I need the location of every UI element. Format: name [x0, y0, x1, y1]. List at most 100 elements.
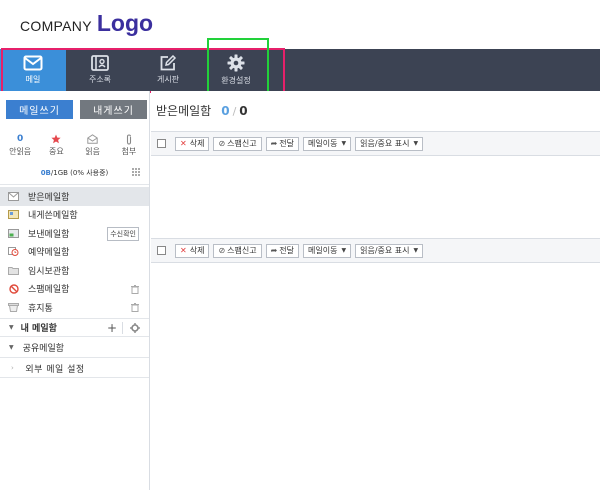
folder-label: 보낸메일함	[28, 229, 70, 240]
caret-down-icon: ▼	[413, 140, 419, 147]
paperclip-icon	[126, 133, 131, 145]
folder-label: 스팸메일함	[28, 285, 70, 296]
move-mail-dropdown[interactable]: 메일이동 ▼	[303, 243, 352, 258]
mailbox-settings-gear-icon[interactable]	[130, 323, 140, 333]
ban-icon	[8, 284, 19, 294]
company-logo[interactable]: COMPANY Logo	[20, 10, 153, 37]
address-book-icon	[91, 55, 109, 71]
logo-mark-text: Logo	[96, 10, 154, 36]
folder-spam[interactable]: 스팸메일함	[0, 280, 149, 299]
total-mail-count: 0	[239, 104, 248, 118]
write-mail-button[interactable]: 메일쓰기	[6, 100, 73, 119]
compose-buttons: 메일쓰기 내게쓰기	[6, 100, 147, 119]
shared-mailbox-section[interactable]: ▼ 공유메일함	[0, 338, 149, 358]
unread-mail-count[interactable]: 0	[221, 104, 229, 118]
envelope-open-icon	[87, 134, 98, 144]
mail-filter-stats: 0 안읽음 중요 읽음 첨부	[0, 133, 149, 157]
inbox-icon	[8, 191, 19, 201]
filter-read[interactable]: 읽음	[76, 133, 110, 157]
folder-label: 내게쓴메일함	[28, 211, 78, 222]
sidebar: 메일쓰기 내게쓰기 0 안읽음 중요 읽음 첨부 0B /1GB (0% 사용중…	[0, 91, 150, 490]
spam-report-button[interactable]: ⊘ 스팸신고	[213, 243, 262, 258]
divider	[0, 184, 149, 185]
top-nav-bar: 메일 주소록 게시판 환경설정	[0, 49, 600, 91]
delete-button[interactable]: ✕ 삭제	[175, 136, 210, 151]
nav-item-mail[interactable]: 메일	[0, 49, 66, 91]
ban-icon: ⊘	[218, 246, 226, 255]
forward-button[interactable]: ➦ 전달	[265, 243, 300, 258]
folder-inbox[interactable]: 받은메일함	[0, 187, 149, 206]
add-mailbox-button[interactable]: +	[107, 321, 117, 335]
forward-arrow-icon: ➦	[270, 139, 278, 148]
folder-sent[interactable]: 보낸메일함 수신확인	[0, 224, 149, 243]
nav-item-label: 환경설정	[221, 76, 251, 85]
forward-arrow-icon: ➦	[270, 246, 278, 255]
nav-item-address-book[interactable]: 주소록	[66, 49, 134, 91]
mail-toolbar-bottom: ✕ 삭제 ⊘ 스팸신고 ➦ 전달 메일이동 ▼ 읽음/중요 표시 ▼	[151, 238, 600, 263]
gear-icon	[227, 54, 245, 72]
nav-item-board[interactable]: 게시판	[134, 49, 202, 91]
nav-item-settings[interactable]: 환경설정	[202, 49, 270, 91]
logo-company-text: COMPANY	[20, 18, 92, 34]
select-all-checkbox[interactable]	[157, 246, 166, 255]
caret-down-icon: ▼	[341, 140, 347, 147]
caret-down-icon: ▼	[341, 247, 347, 254]
mail-list-panel: 받은메일함 0 / 0 ✕ 삭제 ⊘ 스팸신고 ➦ 전달 메일이동 ▼ 읽음/중요 표시…	[151, 91, 600, 490]
filter-attachment[interactable]: 첨부	[112, 133, 146, 157]
mark-read-important-dropdown[interactable]: 읽음/중요 표시 ▼	[355, 243, 424, 258]
close-icon: ✕	[180, 246, 187, 255]
filter-important[interactable]: 중요	[39, 133, 73, 157]
folder-drafts[interactable]: 임시보관함	[0, 261, 149, 280]
filter-label: 중요	[49, 147, 64, 156]
external-mail-settings[interactable]: › 외부 메일 설정	[0, 359, 149, 378]
folder-label: 받은메일함	[28, 192, 70, 203]
divider	[122, 322, 123, 334]
page-title: 받은메일함 0 / 0	[156, 102, 248, 119]
caret-down-icon: ▼	[9, 344, 14, 351]
empty-spam-trash-icon[interactable]	[131, 284, 139, 294]
close-icon: ✕	[180, 139, 187, 148]
write-to-me-button[interactable]: 내게쓰기	[80, 100, 147, 119]
external-mail-label: 외부 메일 설정	[25, 364, 85, 375]
filter-label: 안읽음	[9, 147, 32, 156]
my-mailbox-label: 내 메일함	[20, 324, 57, 334]
move-mail-dropdown[interactable]: 메일이동 ▼	[303, 136, 352, 151]
spam-report-button[interactable]: ⊘ 스팸신고	[213, 136, 262, 151]
unread-count: 0	[16, 134, 24, 144]
inbox-title-text: 받은메일함	[156, 104, 212, 118]
draft-folder-icon	[8, 266, 19, 275]
forward-button[interactable]: ➦ 전달	[265, 136, 300, 151]
folder-list: 받은메일함 내게쓴메일함 보낸메일함 수신확인 예약메일함 임시보관함 스팸메일…	[0, 187, 149, 317]
trash-icon	[8, 302, 19, 312]
filter-label: 첨부	[121, 147, 137, 156]
quota-detail: /1GB (0% 사용중)	[50, 169, 109, 177]
delete-button[interactable]: ✕ 삭제	[175, 243, 210, 258]
folder-scheduled[interactable]: 예약메일함	[0, 243, 149, 262]
folder-self-mail[interactable]: 내게쓴메일함	[0, 206, 149, 225]
caret-down-icon: ▼	[9, 324, 14, 331]
mail-quota: 0B /1GB (0% 사용중)	[0, 168, 149, 178]
folder-label: 휴지통	[28, 303, 53, 314]
select-all-checkbox[interactable]	[157, 139, 166, 148]
folder-trash[interactable]: 휴지통	[0, 298, 149, 317]
shared-mailbox-label: 공유메일함	[22, 344, 65, 354]
caret-down-icon: ▼	[413, 247, 419, 254]
star-icon	[51, 134, 61, 144]
mail-icon	[23, 55, 43, 71]
read-receipt-button[interactable]: 수신확인	[107, 227, 139, 241]
clock-icon	[8, 247, 19, 257]
nav-item-label: 주소록	[88, 75, 112, 84]
grid-icon[interactable]	[132, 168, 140, 176]
folder-label: 임시보관함	[28, 266, 70, 277]
filter-unread[interactable]: 0 안읽음	[3, 133, 37, 157]
mark-read-important-dropdown[interactable]: 읽음/중요 표시 ▼	[355, 136, 424, 151]
folder-label: 예약메일함	[28, 248, 70, 259]
my-mailbox-section[interactable]: ▼ 내 메일함 +	[0, 318, 149, 337]
nav-item-label: 메일	[25, 75, 41, 84]
nav-item-label: 게시판	[156, 75, 180, 84]
mail-toolbar-top: ✕ 삭제 ⊘ 스팸신고 ➦ 전달 메일이동 ▼ 읽음/중요 표시 ▼	[151, 131, 600, 156]
empty-trash-icon[interactable]	[131, 303, 139, 312]
ban-icon: ⊘	[218, 139, 226, 148]
edit-icon	[160, 55, 177, 71]
sent-icon	[8, 228, 19, 238]
